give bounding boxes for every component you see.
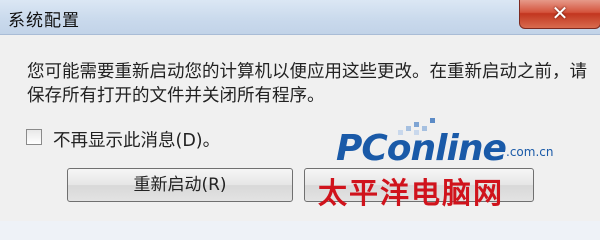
logo-domain-text: .com.cn bbox=[506, 145, 554, 159]
close-icon: ✕ bbox=[551, 1, 569, 25]
system-config-dialog: 系统配置 ✕ 您可能需要重新启动您的计算机以便应用这些更改。在重新启动之前，请保… bbox=[0, 0, 600, 221]
pconline-watermark: PConline .com.cn 太平洋电脑网 bbox=[300, 118, 600, 221]
logo-chinese-name: 太平洋电脑网 bbox=[318, 176, 505, 210]
dont-show-again-label[interactable]: 不再显示此消息(D)。 bbox=[53, 127, 220, 152]
title-bar: 系统配置 ✕ bbox=[0, 0, 600, 35]
window-title: 系统配置 bbox=[8, 11, 80, 31]
dont-show-again-checkbox[interactable] bbox=[26, 129, 42, 145]
restart-button[interactable]: 重新启动(R) bbox=[67, 168, 293, 202]
logo-brand-text: PConline bbox=[336, 128, 507, 169]
restart-message: 您可能需要重新启动您的计算机以便应用这些更改。在重新启动之前，请保存所有打开的文… bbox=[27, 62, 587, 106]
close-button[interactable]: ✕ bbox=[519, 0, 600, 29]
